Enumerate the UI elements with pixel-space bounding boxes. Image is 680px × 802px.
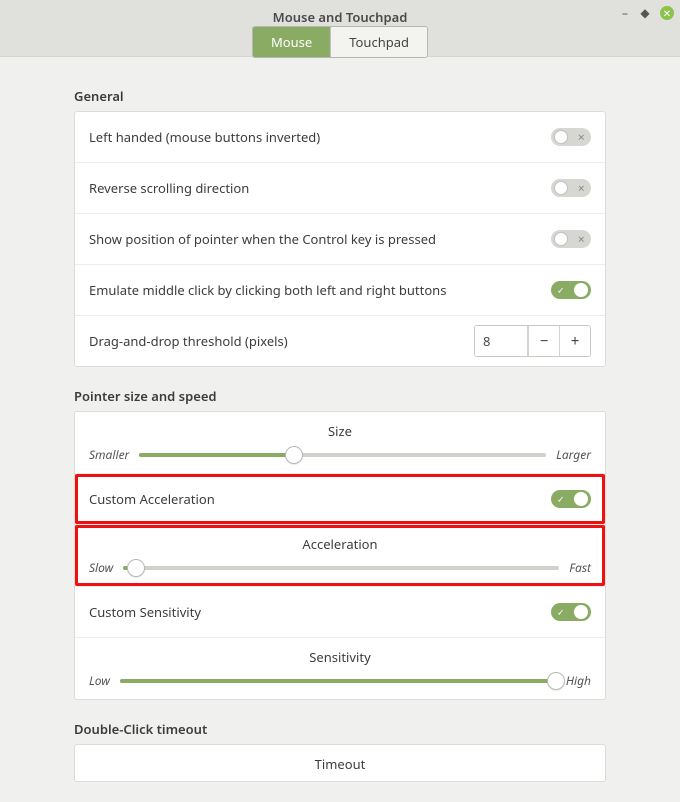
- row-emulate-middle: Emulate middle click by clicking both le…: [75, 264, 605, 315]
- slider-sens-knob[interactable]: [547, 672, 565, 690]
- label-show-position: Show position of pointer when the Contro…: [89, 230, 436, 248]
- row-custom-sensitivity: Custom Sensitivity: [75, 586, 605, 637]
- row-sensitivity: Sensitivity Low High: [75, 637, 605, 699]
- content: General Left handed (mouse buttons inver…: [0, 57, 680, 802]
- row-show-position: Show position of pointer when the Contro…: [75, 213, 605, 264]
- maximize-button[interactable]: ◆: [640, 8, 650, 18]
- label-drag-threshold: Drag-and-drop threshold (pixels): [89, 332, 288, 350]
- accel-max-label: Fast: [569, 559, 591, 576]
- row-timeout: Timeout: [75, 745, 605, 781]
- pointer-card: Size Smaller Larger Custom Acceleration …: [74, 411, 606, 700]
- general-card: Left handed (mouse buttons inverted) Rev…: [74, 111, 606, 367]
- tabbar: Mouse Touchpad: [252, 26, 428, 58]
- tab-mouse[interactable]: Mouse: [253, 27, 330, 57]
- row-left-handed: Left handed (mouse buttons inverted): [75, 112, 605, 162]
- toggle-emulate-middle[interactable]: [551, 281, 591, 299]
- size-min-label: Smaller: [89, 446, 129, 463]
- toggle-show-position[interactable]: [551, 230, 591, 248]
- row-size: Size Smaller Larger: [75, 412, 605, 473]
- row-reverse-scroll: Reverse scrolling direction: [75, 162, 605, 213]
- label-timeout: Timeout: [89, 755, 591, 773]
- slider-size-knob[interactable]: [285, 446, 303, 464]
- label-size: Size: [89, 422, 591, 440]
- spinbox-decrement[interactable]: −: [528, 326, 559, 356]
- minimize-button[interactable]: –: [620, 8, 630, 18]
- close-button[interactable]: ✕: [660, 6, 674, 20]
- row-drag-threshold: Drag-and-drop threshold (pixels) 8 − +: [75, 315, 605, 366]
- window-controls: – ◆ ✕: [620, 6, 674, 20]
- size-max-label: Larger: [556, 446, 591, 463]
- toggle-custom-sensitivity[interactable]: [551, 603, 591, 621]
- sens-min-label: Low: [89, 672, 110, 689]
- doubleclick-card: Timeout: [74, 744, 606, 782]
- spinbox-drag-threshold: 8 − +: [474, 325, 591, 357]
- label-emulate-middle: Emulate middle click by clicking both le…: [89, 281, 446, 299]
- section-label-pointer: Pointer size and speed: [20, 387, 660, 405]
- toggle-custom-accel[interactable]: [551, 490, 591, 508]
- window-header: Mouse and Touchpad – ◆ ✕ Mouse Touchpad: [0, 0, 680, 57]
- slider-size[interactable]: [139, 453, 546, 457]
- accel-min-label: Slow: [89, 559, 113, 576]
- settings-window: Mouse and Touchpad – ◆ ✕ Mouse Touchpad …: [0, 0, 680, 802]
- toggle-left-handed[interactable]: [551, 128, 591, 146]
- label-left-handed: Left handed (mouse buttons inverted): [89, 128, 320, 146]
- window-title: Mouse and Touchpad: [0, 0, 680, 26]
- sens-max-label: High: [566, 672, 591, 689]
- label-custom-sensitivity: Custom Sensitivity: [89, 603, 201, 621]
- label-acceleration: Acceleration: [89, 535, 591, 553]
- spinbox-value[interactable]: 8: [475, 326, 528, 356]
- row-acceleration: Acceleration Slow Fast: [75, 524, 605, 586]
- toggle-reverse-scroll[interactable]: [551, 179, 591, 197]
- section-label-general: General: [20, 65, 660, 105]
- label-sensitivity: Sensitivity: [89, 648, 591, 666]
- tab-touchpad[interactable]: Touchpad: [330, 27, 427, 57]
- section-label-doubleclick: Double-Click timeout: [20, 720, 660, 738]
- slider-size-fill: [139, 453, 294, 457]
- slider-acceleration[interactable]: [123, 566, 559, 570]
- label-custom-accel: Custom Acceleration: [89, 490, 215, 508]
- slider-accel-knob[interactable]: [127, 559, 145, 577]
- slider-sensitivity[interactable]: [120, 679, 556, 683]
- slider-sens-fill: [120, 679, 556, 683]
- row-custom-accel: Custom Acceleration: [75, 473, 605, 524]
- spinbox-increment[interactable]: +: [559, 326, 590, 356]
- label-reverse-scroll: Reverse scrolling direction: [89, 179, 249, 197]
